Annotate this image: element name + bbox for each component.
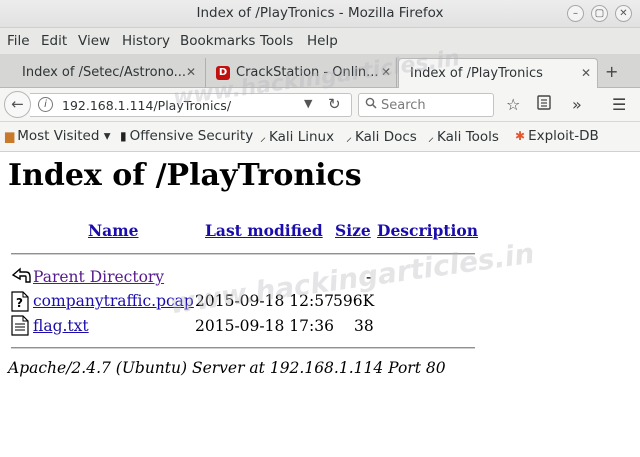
tab-strip: Index of /Setec/Astrono... ✕ D CrackStat… [0, 54, 640, 88]
bookmark-label: Exploit-DB [528, 128, 599, 144]
url-text[interactable]: 192.168.1.114/PlayTronics/ [62, 98, 231, 113]
bookmark-kali-docs[interactable]: ⸝ Kali Docs [346, 128, 417, 145]
parent-directory-link[interactable]: Parent Directory [33, 268, 164, 286]
column-description-link[interactable]: Description [377, 221, 478, 240]
offsec-icon: ▮ [120, 129, 127, 143]
tab-setec[interactable]: Index of /Setec/Astrono... ✕ [0, 58, 206, 88]
tab-close-icon[interactable]: ✕ [381, 65, 391, 79]
file-modified: 2015-09-18 12:57 [195, 292, 334, 310]
search-icon [365, 97, 377, 113]
column-last-modified-link[interactable]: Last modified [205, 221, 323, 240]
footer-divider [11, 347, 475, 349]
menu-edit[interactable]: Edit [41, 33, 67, 49]
tab-close-icon[interactable]: ✕ [186, 65, 196, 79]
bookmarks-bar: ▆ Most Visited ▾ ▮ Offensive Security ⸝ Kal… [0, 122, 640, 152]
svg-text:?: ? [16, 296, 23, 310]
menu-help[interactable]: Help [307, 33, 338, 49]
minimize-icon[interactable]: – [567, 5, 584, 22]
back-arrow-icon: ← [11, 95, 24, 113]
window-title: Index of /PlayTronics - Mozilla Firefox [196, 5, 444, 21]
menu-file[interactable]: File [7, 33, 30, 49]
file-size: 38 [354, 317, 374, 335]
bookmark-star-icon[interactable]: ☆ [506, 95, 520, 114]
info-icon[interactable]: i [38, 97, 53, 112]
exploitdb-icon: ✱ [515, 129, 526, 143]
column-size-link[interactable]: Size [335, 221, 371, 240]
bookmark-label: Kali Tools [437, 129, 499, 145]
url-bar[interactable]: i 192.168.1.114/PlayTronics/ ▼ ↻ [30, 93, 352, 117]
maximize-icon[interactable]: ▢ [591, 5, 608, 22]
tab-label: Index of /PlayTronics [410, 66, 543, 81]
back-arrow-icon [11, 266, 31, 286]
menu-history[interactable]: History [122, 33, 170, 49]
url-dropdown-icon[interactable]: ▼ [304, 97, 312, 110]
tab-playtronics[interactable]: Index of /PlayTronics ✕ [398, 58, 598, 88]
menu-view[interactable]: View [78, 33, 110, 49]
search-box[interactable] [358, 93, 494, 117]
companytraffic-pcap-link[interactable]: companytraffic.pcap [33, 292, 194, 310]
nav-bar: i 192.168.1.114/PlayTronics/ ▼ ↻ ← ☆ » ☰ [0, 88, 640, 122]
back-button[interactable]: ← [4, 91, 31, 118]
crackstation-favicon-icon: D [216, 66, 230, 80]
header-divider [11, 253, 475, 255]
close-icon[interactable]: ✕ [615, 5, 632, 22]
tab-label: CrackStation - Onlin... [236, 65, 379, 80]
bookmark-offensive-security[interactable]: ▮ Offensive Security [120, 128, 253, 144]
server-signature: Apache/2.4.7 (Ubuntu) Server at 192.168.… [8, 359, 446, 377]
tab-crackstation[interactable]: D CrackStation - Onlin... ✕ [207, 58, 397, 88]
tab-close-icon[interactable]: ✕ [581, 66, 591, 80]
page-content: Index of /PlayTronics Name Last modified… [0, 152, 640, 457]
overflow-chevron-icon[interactable]: » [572, 95, 582, 114]
search-input[interactable] [381, 96, 489, 114]
title-bar: Index of /PlayTronics - Mozilla Firefox … [0, 0, 640, 28]
folder-icon: ▆ [5, 129, 15, 143]
file-size: 596K [333, 292, 375, 310]
bookmark-label: Kali Docs [355, 129, 417, 145]
hamburger-menu-icon[interactable]: ☰ [612, 95, 626, 114]
bookmark-label: Most Visited ▾ [17, 128, 111, 144]
flag-txt-link[interactable]: flag.txt [33, 317, 89, 335]
bookmark-label: Kali Linux [269, 129, 335, 145]
kali-dragon-icon: ⸝ [260, 130, 267, 144]
column-name-link[interactable]: Name [88, 221, 138, 240]
menu-bar: File Edit View History Bookmarks Tools H… [0, 28, 640, 54]
page-heading: Index of /PlayTronics [8, 158, 362, 193]
bookmark-label: Offensive Security [129, 128, 254, 144]
text-file-icon [11, 315, 29, 336]
kali-dragon-icon: ⸝ [428, 130, 435, 144]
bookmark-most-visited[interactable]: ▆ Most Visited ▾ [5, 128, 110, 144]
unknown-file-icon: ? [11, 291, 29, 312]
reload-icon[interactable]: ↻ [328, 95, 341, 113]
file-size: - [366, 268, 372, 286]
bookmark-kali-tools[interactable]: ⸝ Kali Tools [428, 128, 499, 145]
reading-list-icon[interactable] [537, 95, 551, 114]
tab-label: Index of /Setec/Astrono... [22, 65, 186, 80]
file-modified: 2015-09-18 17:36 [195, 317, 334, 335]
new-tab-icon[interactable]: + [605, 62, 618, 81]
menu-tools[interactable]: Tools [260, 33, 293, 49]
bookmark-kali-linux[interactable]: ⸝ Kali Linux [260, 128, 334, 145]
menu-bookmarks[interactable]: Bookmarks [180, 33, 255, 49]
bookmark-exploit-db[interactable]: ✱ Exploit-DB [515, 128, 599, 144]
kali-dragon-icon: ⸝ [346, 130, 353, 144]
